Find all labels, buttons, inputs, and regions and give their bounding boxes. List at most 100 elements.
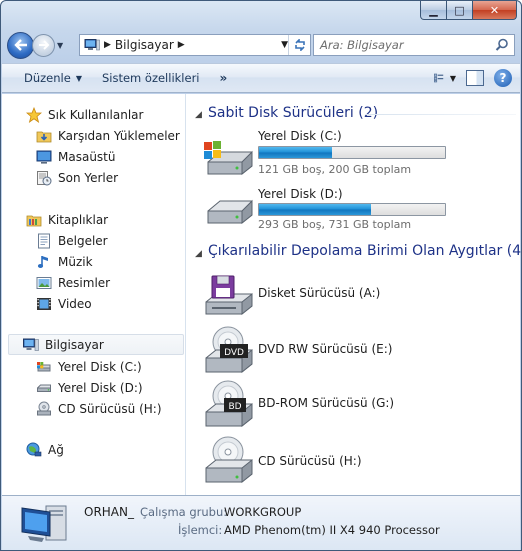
workgroup-value: WORKGROUP bbox=[224, 505, 302, 519]
close-button[interactable]: ✕ bbox=[473, 1, 517, 20]
sidebar-item-video[interactable]: Video bbox=[36, 293, 92, 314]
sidebar-favorites[interactable]: Sık Kullanılanlar bbox=[26, 104, 143, 125]
group-header-removable[interactable]: Çıkarılabilir Depolama Birimi Olan Aygıt… bbox=[208, 243, 522, 259]
sidebar-item-label: Karşıdan Yüklemeler bbox=[58, 128, 180, 143]
maximize-button[interactable]: □ bbox=[447, 1, 473, 20]
address-dropdown-icon[interactable]: ▼ bbox=[281, 40, 288, 50]
change-view-button[interactable]: ▼ bbox=[434, 68, 456, 88]
sidebar-item-label: Yerel Disk (C:) bbox=[58, 359, 142, 374]
collapse-arrow-icon[interactable]: ◢ bbox=[195, 110, 202, 120]
downloads-icon bbox=[36, 128, 52, 144]
sidebar-item-label: Yerel Disk (D:) bbox=[58, 380, 143, 395]
dvd-rw-drive[interactable]: DVD DVD RW Sürücüsü (E:) bbox=[202, 326, 512, 374]
sidebar-item-label: Video bbox=[58, 296, 92, 311]
recent-pages-dropdown[interactable]: ▼ bbox=[57, 41, 67, 50]
cd-drive-icon bbox=[36, 401, 52, 417]
views-icon bbox=[434, 73, 444, 83]
drive-name: DVD RW Sürücüsü (E:) bbox=[258, 342, 393, 356]
libraries-icon bbox=[26, 212, 42, 228]
view-controls: ▼ ? bbox=[434, 68, 512, 88]
drive-d[interactable]: Yerel Disk (D:) 293 GB boş, 731 GB topla… bbox=[202, 187, 512, 235]
chevron-down-icon: ▼ bbox=[449, 73, 456, 83]
sidebar-item-music[interactable]: Müzik bbox=[36, 251, 93, 272]
floppy-drive[interactable]: Disket Sürücüsü (A:) bbox=[202, 274, 512, 322]
sidebar-item-drive-d[interactable]: Yerel Disk (D:) bbox=[36, 377, 143, 398]
documents-icon bbox=[36, 233, 52, 249]
details-pane: ORHAN_ Çalışma grubu: WORKGROUP İşlemci:… bbox=[2, 495, 520, 550]
chevron-down-icon: ▼ bbox=[75, 73, 82, 83]
sidebar-computer-label: Bilgisayar bbox=[45, 337, 104, 352]
search-box[interactable]: Ara: Bilgisayar bbox=[313, 34, 515, 56]
sidebar-libraries-label: Kitaplıklar bbox=[48, 212, 109, 227]
sidebar-item-downloads[interactable]: Karşıdan Yüklemeler bbox=[36, 125, 180, 146]
group-divider bbox=[366, 114, 516, 115]
cd-drive-icon bbox=[205, 436, 253, 484]
search-icon[interactable] bbox=[495, 38, 509, 52]
drive-icon bbox=[36, 380, 52, 396]
sidebar-item-drive-c[interactable]: Yerel Disk (C:) bbox=[36, 356, 142, 377]
sidebar-network[interactable]: Ağ bbox=[26, 439, 64, 460]
address-separator-end[interactable]: ▶ bbox=[178, 40, 185, 50]
floppy-drive-icon bbox=[205, 275, 253, 316]
sidebar-item-label: Müzik bbox=[58, 254, 93, 269]
system-properties-label: Sistem özellikleri bbox=[101, 71, 200, 85]
drive-name: Yerel Disk (D:) bbox=[258, 187, 343, 201]
sidebar-item-label: Masaüstü bbox=[58, 149, 116, 164]
refresh-icon bbox=[294, 39, 305, 51]
sidebar-item-desktop[interactable]: Masaüstü bbox=[36, 146, 115, 167]
sidebar-item-documents[interactable]: Belgeler bbox=[36, 230, 108, 251]
command-bar: Düzenle ▼ Sistem özellikleri » ▼ ? bbox=[2, 63, 520, 93]
explorer-window: ▁ □ ✕ ▼ ▶ Bilgisayar ▶ ▼ Ara: Bilgisayar… bbox=[0, 0, 522, 551]
sidebar-item-cd-drive[interactable]: CD Sürücüsü (H:) bbox=[36, 398, 162, 419]
help-button[interactable]: ? bbox=[494, 69, 512, 87]
group-header-hard-disks[interactable]: Sabit Disk Sürücüleri (2) bbox=[208, 105, 378, 121]
sidebar-item-label: CD Sürücüsü (H:) bbox=[58, 401, 162, 416]
sidebar-computer[interactable]: Bilgisayar bbox=[8, 334, 184, 355]
network-icon bbox=[26, 442, 42, 458]
recent-places-icon bbox=[36, 170, 52, 186]
address-bar[interactable]: ▶ Bilgisayar ▶ ▼ bbox=[79, 34, 311, 56]
windows-drive-icon bbox=[36, 359, 52, 375]
drive-name: BD-ROM Sürücüsü (G:) bbox=[258, 396, 395, 410]
drive-c[interactable]: Yerel Disk (C:) 121 GB boş, 200 GB topla… bbox=[202, 129, 512, 180]
organize-menu[interactable]: Düzenle ▼ bbox=[14, 71, 92, 85]
star-icon bbox=[26, 106, 42, 123]
organize-label: Düzenle bbox=[24, 71, 71, 85]
minimize-button[interactable]: ▁ bbox=[420, 1, 447, 20]
sidebar-item-recent-places[interactable]: Son Yerler bbox=[36, 167, 118, 188]
more-commands-button[interactable]: » bbox=[210, 71, 238, 85]
drive-space-info: 293 GB boş, 731 GB toplam bbox=[258, 218, 412, 231]
refresh-button[interactable] bbox=[288, 35, 310, 55]
drive-usage-fill bbox=[259, 204, 371, 215]
bd-badge: BD bbox=[228, 402, 241, 412]
forward-button[interactable] bbox=[32, 33, 55, 57]
caption-buttons: ▁ □ ✕ bbox=[420, 1, 517, 20]
workgroup-label: Çalışma grubu: bbox=[140, 505, 228, 519]
sidebar-favorites-label: Sık Kullanılanlar bbox=[48, 107, 144, 122]
bd-rom-drive[interactable]: BD BD-ROM Sürücüsü (G:) bbox=[202, 380, 512, 428]
collapse-arrow-icon[interactable]: ◢ bbox=[195, 249, 202, 259]
computer-icon bbox=[23, 337, 39, 353]
sidebar-item-pictures[interactable]: Resimler bbox=[36, 272, 110, 293]
preview-pane-button[interactable] bbox=[466, 70, 484, 86]
computer-icon bbox=[84, 39, 100, 51]
address-separator[interactable]: ▶ bbox=[104, 40, 111, 50]
address-location[interactable]: Bilgisayar bbox=[115, 38, 174, 52]
items-view: ◢ Sabit Disk Sürücüleri (2) Yerel Disk (… bbox=[186, 94, 522, 495]
back-arrow-icon bbox=[13, 39, 27, 51]
back-button[interactable] bbox=[7, 31, 34, 59]
processor-label: İşlemci: bbox=[178, 523, 223, 537]
search-placeholder: Ara: Bilgisayar bbox=[320, 38, 404, 52]
drive-usage-bar bbox=[258, 146, 446, 159]
sidebar-network-label: Ağ bbox=[48, 442, 64, 457]
navigation-bar: ▼ ▶ Bilgisayar ▶ ▼ Ara: Bilgisayar bbox=[7, 31, 515, 59]
sidebar-item-label: Belgeler bbox=[58, 233, 108, 248]
drive-space-info: 121 GB boş, 200 GB toplam bbox=[258, 163, 412, 176]
system-properties-button[interactable]: Sistem özellikleri bbox=[92, 71, 210, 85]
cd-drive[interactable]: CD Sürücüsü (H:) bbox=[202, 436, 512, 484]
drive-name: Disket Sürücüsü (A:) bbox=[258, 286, 381, 300]
sidebar-libraries[interactable]: Kitaplıklar bbox=[26, 209, 108, 230]
bd-drive-icon: BD bbox=[205, 380, 253, 428]
drive-icon bbox=[207, 199, 253, 225]
dvd-drive-icon: DVD bbox=[205, 326, 253, 374]
